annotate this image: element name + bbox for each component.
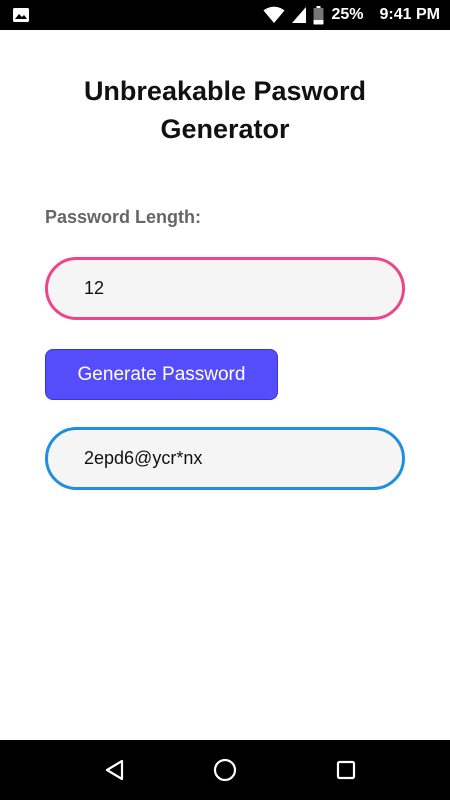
navigation-bar (0, 740, 450, 800)
generated-password-output[interactable] (84, 448, 374, 469)
back-icon[interactable] (100, 755, 130, 785)
app-screen: 25% 9:41 PM Unbreakable Pasword Generato… (0, 0, 450, 800)
status-bar: 25% 9:41 PM (0, 0, 450, 30)
password-length-input[interactable] (84, 278, 374, 299)
generated-password-field[interactable] (45, 427, 405, 490)
image-notification-icon (12, 6, 30, 24)
battery-percentage: 25% (331, 6, 364, 23)
password-length-field[interactable] (45, 257, 405, 320)
password-length-label: Password Length: (45, 207, 202, 227)
wifi-icon (263, 6, 285, 24)
page-title: Unbreakable Pasword Generator (83, 76, 367, 144)
battery-icon (313, 5, 324, 25)
recents-icon[interactable] (331, 755, 361, 785)
status-indicators: 25% 9:41 PM (263, 0, 440, 30)
home-icon[interactable] (210, 755, 240, 785)
generate-password-button[interactable]: Generate Password (45, 349, 278, 400)
signal-icon (291, 6, 307, 24)
status-clock: 9:41 PM (379, 6, 440, 23)
